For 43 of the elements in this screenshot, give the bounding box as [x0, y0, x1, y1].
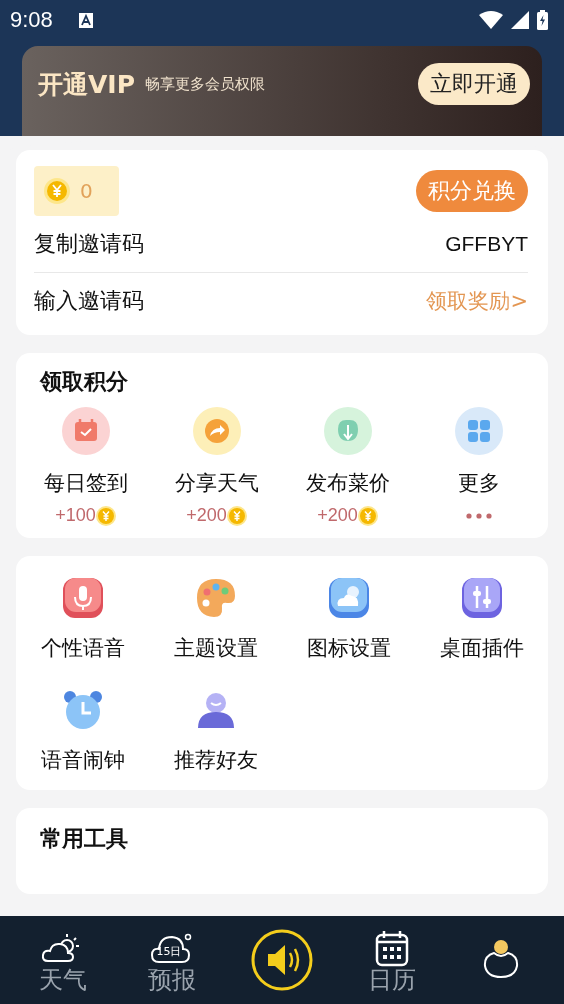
- row-label: 复制邀请码: [34, 230, 144, 258]
- feature-label: 语音闹钟: [40, 747, 125, 774]
- activate-button[interactable]: 立即开通: [418, 63, 530, 105]
- feature-label: 主题设置: [173, 635, 258, 662]
- nav-tab[interactable]: 15日 预报: [122, 928, 223, 992]
- feature-label: 桌面插件: [439, 635, 524, 662]
- speaker-icon[interactable]: [250, 928, 314, 992]
- coin-balance: 0: [34, 166, 119, 216]
- vip-title: 开通VIP: [38, 68, 135, 101]
- nav-tab[interactable]: 天气: [12, 928, 113, 992]
- notification-icon: [78, 12, 93, 28]
- share-icon[interactable]: [192, 407, 241, 455]
- wifi-icon: [479, 11, 503, 29]
- signal-icon: [511, 11, 529, 29]
- feature-label: 个性语音: [40, 635, 125, 662]
- vip-subtitle: 畅享更多会员权限: [145, 74, 265, 94]
- task-label: 发布菜价: [305, 470, 390, 497]
- coin-icon: [44, 178, 70, 204]
- weather-icon[interactable]: [326, 576, 371, 620]
- invite-code[interactable]: GFFBYT: [445, 232, 528, 256]
- coin-icon: [95, 505, 116, 526]
- feature-label: 推荐好友: [173, 747, 258, 774]
- reward-points: +100: [55, 505, 96, 526]
- battery-icon: [537, 10, 548, 30]
- coin-icon: [357, 505, 378, 526]
- reward-points: +200: [186, 505, 227, 526]
- nav-tab[interactable]: 日历: [341, 928, 442, 992]
- task-label: 分享天气: [174, 470, 259, 497]
- row-label: 输入邀请码: [34, 287, 144, 315]
- vip-banner[interactable]: 开通VIP 畅享更多会员权限 立即开通: [22, 46, 542, 136]
- reward-points: +200: [317, 505, 358, 526]
- grid-icon[interactable]: [454, 407, 503, 455]
- calendar-icon[interactable]: [61, 407, 110, 455]
- sliders-icon[interactable]: [459, 576, 504, 620]
- task-label: 更多: [457, 470, 500, 497]
- section-title: 常用工具: [40, 825, 128, 853]
- status-time: 9:08: [10, 7, 53, 33]
- section-title: 领取积分: [40, 368, 128, 396]
- microphone-icon[interactable]: [60, 576, 105, 620]
- task-label: 每日签到: [43, 470, 128, 497]
- coin-icon: [226, 505, 247, 526]
- feature-label: 图标设置: [306, 635, 391, 662]
- more-dots-icon[interactable]: [465, 513, 492, 519]
